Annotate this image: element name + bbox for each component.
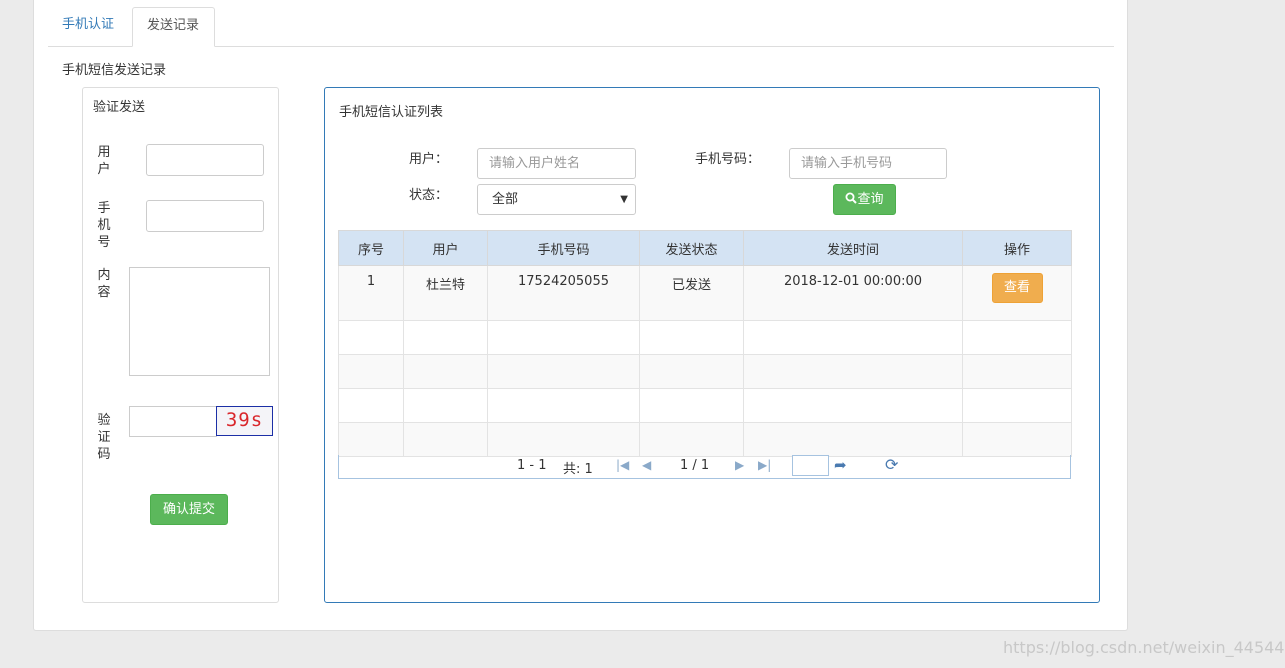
watermark: https://blog.csdn.net/weixin_44544742 bbox=[1003, 638, 1285, 657]
cell-index: 1 bbox=[338, 265, 404, 321]
status-select[interactable]: 全部 ▼ bbox=[477, 184, 636, 215]
tab-bar: 手机认证 发送记录 bbox=[48, 7, 1114, 47]
column-header[interactable]: 发送时间 bbox=[743, 230, 963, 266]
captcha-label: 验证码 bbox=[97, 413, 111, 462]
column-header[interactable]: 操作 bbox=[962, 230, 1072, 266]
table-row[interactable]: 1 杜兰特 17524205055 已发送 2018-12-01 00:00:0… bbox=[338, 265, 1072, 321]
empty-row bbox=[338, 388, 1072, 423]
user-filter-input[interactable]: 请输入用户姓名 bbox=[477, 148, 636, 179]
content-label: 内容 bbox=[97, 268, 111, 300]
cell-phone: 17524205055 bbox=[487, 265, 640, 321]
query-button-label: 查询 bbox=[857, 192, 884, 207]
panel-title: 验证发送 bbox=[93, 100, 146, 115]
cell-action: 查看 bbox=[962, 265, 1072, 321]
table-header-row: 序号 用户 手机号码 发送状态 发送时间 操作 bbox=[338, 230, 1072, 266]
phone-input[interactable] bbox=[146, 200, 264, 232]
section-title: 手机短信发送记录 bbox=[62, 63, 167, 78]
captcha-image[interactable]: 39s bbox=[216, 406, 273, 436]
user-filter-label: 用户： bbox=[409, 152, 449, 167]
refresh-icon[interactable]: ⟳ bbox=[885, 455, 898, 474]
content-textarea[interactable] bbox=[129, 267, 270, 376]
sms-list-panel: 手机短信认证列表 用户： 请输入用户姓名 手机号码： 请输入手机号码 状态： 全… bbox=[324, 87, 1100, 603]
query-button[interactable]: 查询 bbox=[833, 184, 896, 215]
view-button[interactable]: 查看 bbox=[991, 273, 1043, 303]
phone-filter-input[interactable]: 请输入手机号码 bbox=[789, 148, 947, 179]
prev-page-icon[interactable]: ◀ bbox=[642, 458, 651, 472]
phone-label: 手机号 bbox=[97, 201, 111, 250]
page-number-input[interactable] bbox=[792, 455, 829, 476]
captcha-input[interactable] bbox=[129, 406, 217, 437]
last-page-icon[interactable]: ▶| bbox=[758, 458, 771, 472]
column-header[interactable]: 序号 bbox=[338, 230, 404, 266]
empty-row bbox=[338, 422, 1072, 457]
cell-status: 已发送 bbox=[639, 265, 744, 321]
first-page-icon[interactable]: |◀ bbox=[616, 458, 629, 472]
tab-phone-auth[interactable]: 手机认证 bbox=[48, 7, 128, 45]
next-page-icon[interactable]: ▶ bbox=[735, 458, 744, 472]
send-verify-panel: 验证发送 用户 手机号 内容 验证码 39s 确认提交 bbox=[82, 87, 279, 603]
tab-send-records[interactable]: 发送记录 bbox=[132, 7, 215, 47]
pager: 1 - 1 共: 1 |◀ ◀ 1 / 1 ▶ ▶| ➦ ⟳ bbox=[338, 455, 1071, 479]
cell-time: 2018-12-01 00:00:00 bbox=[743, 265, 963, 321]
records-table: 序号 用户 手机号码 发送状态 发送时间 操作 1 杜兰特 1752420505… bbox=[338, 230, 1072, 457]
phone-filter-label: 手机号码： bbox=[695, 152, 761, 167]
status-select-value: 全部 bbox=[492, 192, 519, 207]
status-filter-label: 状态： bbox=[409, 188, 449, 203]
search-icon bbox=[845, 192, 858, 204]
pager-total: 共: 1 bbox=[563, 462, 593, 477]
pager-range: 1 - 1 bbox=[517, 458, 547, 473]
user-input[interactable] bbox=[146, 144, 264, 176]
go-arrow-icon[interactable]: ➦ bbox=[834, 456, 847, 474]
column-header[interactable]: 发送状态 bbox=[639, 230, 744, 266]
cell-user: 杜兰特 bbox=[403, 265, 488, 321]
pager-page: 1 / 1 bbox=[680, 458, 710, 473]
user-label: 用户 bbox=[97, 145, 111, 177]
column-header[interactable]: 手机号码 bbox=[487, 230, 640, 266]
submit-button[interactable]: 确认提交 bbox=[150, 494, 228, 525]
caret-down-icon: ▼ bbox=[620, 194, 628, 205]
panel-title: 手机短信认证列表 bbox=[339, 105, 444, 120]
empty-row bbox=[338, 320, 1072, 355]
column-header[interactable]: 用户 bbox=[403, 230, 488, 266]
empty-row bbox=[338, 354, 1072, 389]
